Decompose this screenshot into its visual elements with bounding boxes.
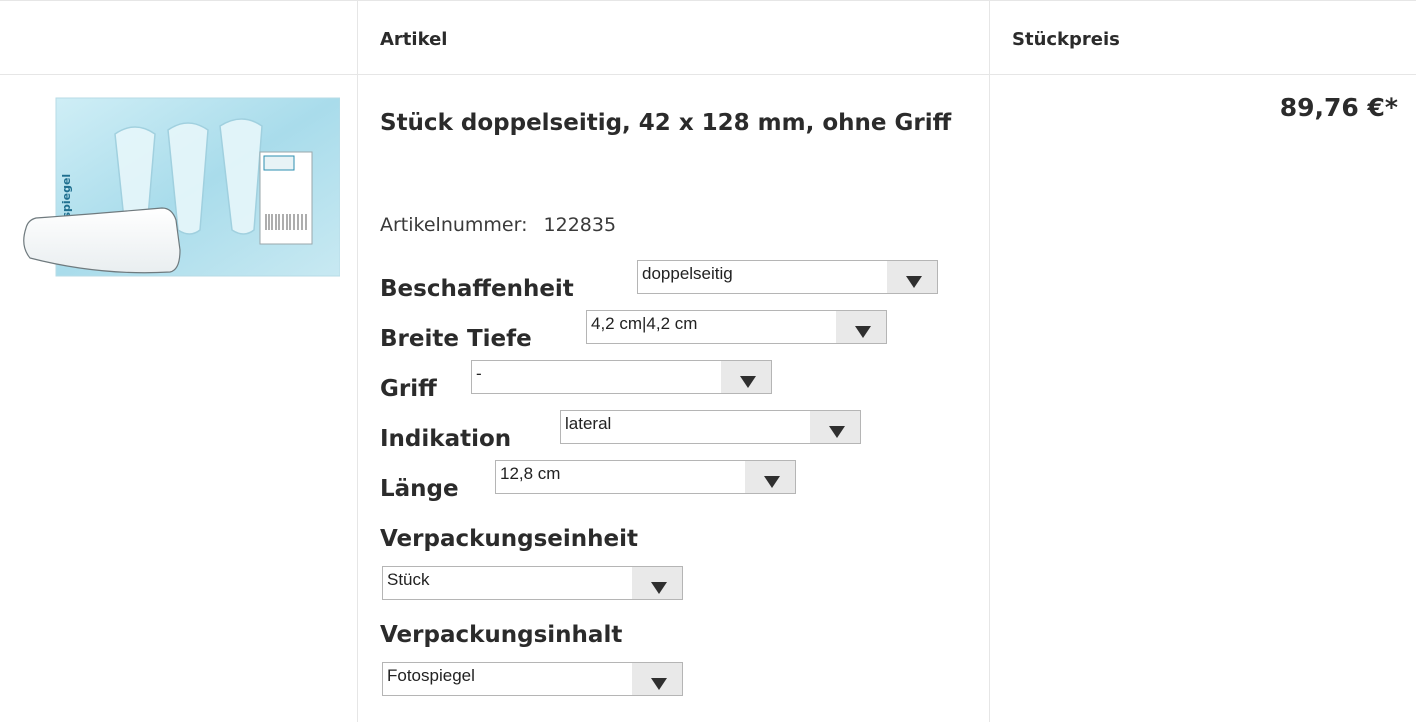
chevron-down-icon[interactable]: [721, 361, 771, 393]
product-table: Artikel Stückpreis Fotospiegel Stück dop…: [0, 0, 1416, 722]
header-unit-price: Stückpreis: [1012, 29, 1120, 50]
chevron-down-icon[interactable]: [836, 311, 886, 343]
select-verpackungseinheit-value: Stück: [387, 570, 430, 589]
select-breite-tiefe-value: 4,2 cm|4,2 cm: [591, 314, 698, 333]
chevron-down-icon[interactable]: [810, 411, 860, 443]
chevron-down-icon[interactable]: [632, 567, 682, 599]
option-label-griff: Griff: [380, 376, 437, 402]
select-laenge-value: 12,8 cm: [500, 464, 561, 483]
select-indikation-value: lateral: [565, 414, 612, 433]
unit-price: 89,76 €*: [1279, 93, 1398, 122]
article-number-label: Artikelnummer:: [380, 214, 528, 236]
select-beschaffenheit[interactable]: doppelseitig: [637, 260, 938, 294]
option-label-verpackungseinheit: Verpackungseinheit: [380, 526, 639, 552]
option-label-verpackungsinhalt: Verpackungsinhalt: [380, 622, 623, 648]
product-title[interactable]: Stück doppelseitig, 42 x 128 mm, ohne Gr…: [380, 104, 960, 142]
article-number: Artikelnummer: 122835: [380, 214, 616, 236]
select-breite-tiefe[interactable]: 4,2 cm|4,2 cm: [586, 310, 887, 344]
option-label-laenge: Länge: [380, 476, 459, 502]
select-verpackungseinheit[interactable]: Stück: [382, 566, 683, 600]
option-label-indikation: Indikation: [380, 426, 512, 452]
column-divider-1: [357, 0, 358, 722]
option-label-beschaffenheit: Beschaffenheit: [380, 276, 574, 302]
chevron-down-icon[interactable]: [745, 461, 795, 493]
option-label-breite-tiefe: Breite Tiefe: [380, 326, 532, 352]
select-indikation[interactable]: lateral: [560, 410, 861, 444]
chevron-down-icon[interactable]: [632, 663, 682, 695]
select-griff[interactable]: -: [471, 360, 772, 394]
product-image[interactable]: Fotospiegel: [20, 96, 341, 280]
select-verpackungsinhalt-value: Fotospiegel: [387, 666, 475, 685]
table-top-border: [0, 0, 1416, 1]
header-row-border: [0, 74, 1416, 75]
header-article: Artikel: [380, 29, 448, 50]
article-number-value: 122835: [543, 214, 617, 236]
select-griff-value: -: [476, 364, 482, 383]
column-divider-2: [989, 0, 990, 722]
select-verpackungsinhalt[interactable]: Fotospiegel: [382, 662, 683, 696]
select-beschaffenheit-value: doppelseitig: [642, 264, 733, 283]
chevron-down-icon[interactable]: [887, 261, 937, 293]
select-laenge[interactable]: 12,8 cm: [495, 460, 796, 494]
